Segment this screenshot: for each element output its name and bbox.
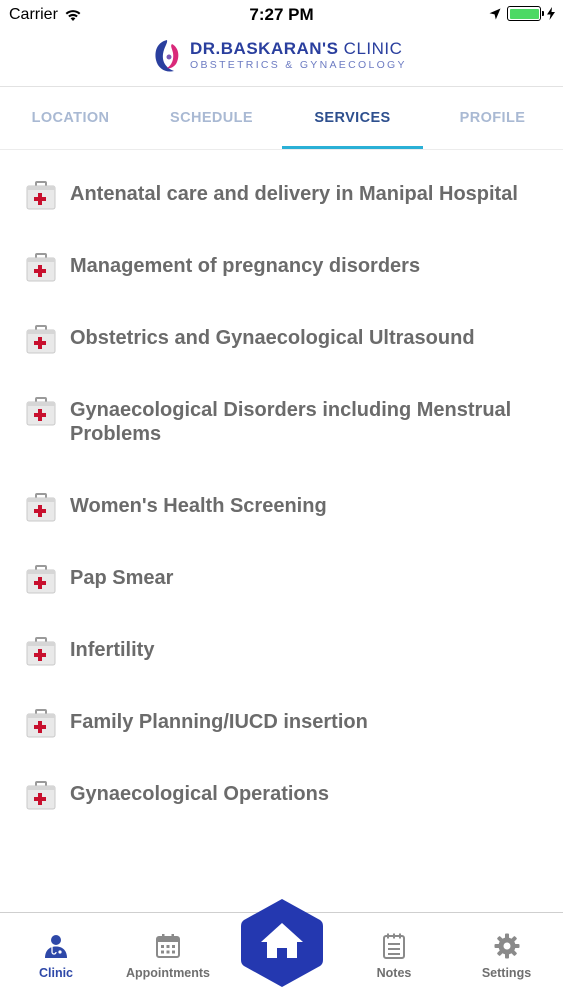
first-aid-kit-icon	[26, 781, 56, 810]
clinic-logo: DR.BASKARAN'S CLINIC OBSTETRICS & GYNAEC…	[152, 38, 407, 74]
tab-location[interactable]: LOCATION	[0, 88, 141, 150]
clinic-name-light: CLINIC	[338, 39, 403, 58]
status-bar: Carrier 7:27 PM	[0, 0, 563, 30]
doctor-icon	[45, 935, 67, 958]
clock: 7:27 PM	[249, 5, 314, 24]
logo-text: DR.BASKARAN'S CLINIC OBSTETRICS & GYNAEC…	[190, 40, 407, 72]
clinic-name: DR.BASKARAN'S CLINIC	[190, 40, 407, 58]
service-label: Gynaecological Operations	[70, 783, 329, 805]
service-label: Obstetrics and Gynaecological Ultrasound	[70, 327, 475, 349]
battery-level	[509, 8, 539, 19]
section-tabs: LOCATION SCHEDULE SERVICES PROFILE	[0, 88, 563, 150]
first-aid-kit-icon	[26, 709, 56, 738]
first-aid-kit-icon	[26, 325, 56, 354]
service-label: Antenatal care and delivery in Manipal H…	[70, 183, 518, 205]
tab-services[interactable]: SERVICES	[282, 88, 423, 150]
service-label: Women's Health Screening	[70, 495, 327, 517]
nav-notes-label: Notes	[376, 966, 412, 980]
nav-settings[interactable]: Settings	[450, 913, 563, 1000]
nav-clinic-label: Clinic	[38, 966, 74, 980]
charging-bolt-icon	[547, 7, 555, 20]
mother-child-logo-icon	[155, 40, 179, 72]
app-header: DR.BASKARAN'S CLINIC OBSTETRICS & GYNAEC…	[0, 30, 563, 87]
first-aid-kit-icon	[26, 397, 56, 426]
battery-icon	[507, 6, 544, 21]
service-label: Infertility	[70, 639, 155, 661]
first-aid-kit-icon	[26, 493, 56, 522]
nav-clinic[interactable]: Clinic	[0, 913, 112, 1000]
tab-profile[interactable]: PROFILE	[422, 88, 563, 150]
service-label: Gynaecological Disorders including Menst…	[70, 399, 512, 445]
nav-settings-label: Settings	[481, 966, 532, 980]
first-aid-kit-icon	[26, 181, 56, 210]
status-icons	[489, 6, 555, 21]
nav-appointments-label: Appointments	[125, 966, 211, 980]
nav-appointments[interactable]: Appointments	[112, 913, 224, 1000]
calendar-icon	[156, 934, 180, 958]
first-aid-kit-icon	[26, 253, 56, 282]
clinic-name-strong: DR.BASKARAN'S	[190, 39, 339, 58]
notepad-icon	[383, 933, 405, 959]
tab-schedule[interactable]: SCHEDULE	[141, 88, 282, 150]
gear-icon	[494, 933, 519, 959]
service-label: Management of pregnancy disorders	[70, 255, 421, 277]
first-aid-kit-icon	[26, 565, 56, 594]
service-label: Pap Smear	[70, 567, 174, 589]
first-aid-kit-icon	[26, 637, 56, 666]
location-arrow-icon	[489, 8, 501, 19]
active-tab-indicator	[282, 146, 423, 149]
home-button[interactable]	[239, 897, 325, 989]
service-label: Family Planning/IUCD insertion	[70, 711, 368, 733]
clinic-subtitle: OBSTETRICS & GYNAECOLOGY	[190, 59, 407, 71]
nav-notes[interactable]: Notes	[338, 913, 450, 1000]
